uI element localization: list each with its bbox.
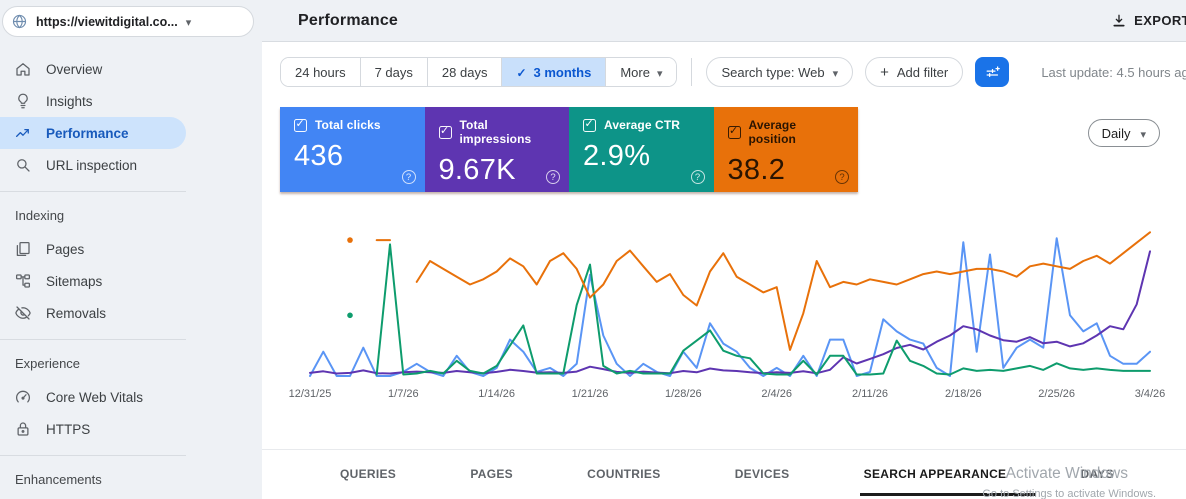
x-axis-label: 12/31/25 — [288, 388, 332, 400]
range-7-days[interactable]: 7 days — [359, 58, 427, 86]
section-label-experience: Experience — [15, 356, 81, 371]
x-axis-label: 2/18/26 — [944, 388, 982, 400]
globe-icon — [11, 13, 28, 30]
chevron-down-icon — [657, 65, 663, 80]
section-label-enhancements: Enhancements — [15, 472, 102, 487]
range-28-days[interactable]: 28 days — [426, 58, 502, 86]
tab-days[interactable]: DAYS — [1081, 449, 1114, 499]
chevron-down-icon — [186, 13, 192, 31]
trending-icon — [14, 124, 32, 142]
checkbox-checked-icon[interactable] — [727, 124, 741, 139]
range-more[interactable]: More — [605, 58, 677, 86]
sidebar-item-sitemaps[interactable]: Sitemaps — [0, 265, 186, 297]
section-label-indexing: Indexing — [15, 208, 65, 223]
range-24-hours[interactable]: 24 hours — [281, 58, 360, 86]
metric-card-total-clicks[interactable]: Total clicks 436 ? — [280, 107, 425, 192]
help-icon[interactable]: ? — [401, 170, 416, 184]
x-axis-label: 3/4/26 — [1134, 388, 1166, 400]
line-chart — [309, 231, 1151, 377]
sidebar-item-core-web-vitals[interactable]: Core Web Vitals — [0, 381, 186, 413]
sitemap-icon — [14, 272, 32, 290]
checkbox-checked-icon[interactable] — [583, 117, 596, 132]
x-axis-label: 2/11/26 — [852, 388, 888, 400]
date-range-group: 24 hours 7 days 28 days 3 months More — [280, 57, 678, 87]
filter-divider — [691, 58, 693, 86]
gauge-icon — [14, 388, 32, 406]
last-update-text: Last update: 4.5 hours ago — [1041, 64, 1186, 80]
filter-bar: 24 hours 7 days 28 days 3 months More Se… — [280, 57, 1186, 87]
search-icon — [14, 156, 32, 174]
checkbox-checked-icon[interactable] — [294, 117, 307, 132]
metric-cards: Total clicks 436 ? Total impressions 9.6… — [280, 107, 858, 192]
property-url: https://viewitdigital.co... — [36, 14, 178, 29]
x-axis: 12/31/25 1/7/26 1/14/26 1/21/26 1/28/26 2/4/2… — [289, 388, 1166, 406]
home-icon — [14, 60, 32, 78]
page-title: Performance — [298, 11, 399, 29]
sidebar-item-url-inspection[interactable]: URL inspection — [0, 149, 186, 181]
tune-filter-icon — [984, 64, 1001, 81]
x-axis-label: 1/7/26 — [388, 388, 419, 400]
tab-pages[interactable]: PAGES — [470, 449, 513, 499]
top-bar: Performance EXPORT — [262, 0, 1186, 41]
sidebar-item-performance[interactable]: Performance — [0, 117, 186, 149]
sidebar-nav: Overview Insights Performance URL inspec… — [0, 53, 262, 499]
metric-value: 9.67K — [438, 154, 516, 186]
metric-value: 2.9% — [583, 140, 651, 172]
metric-value: 436 — [294, 140, 344, 172]
search-console-app: https://viewitdigital.co... Overview Ins… — [0, 0, 1186, 499]
tab-queries[interactable]: QUERIES — [340, 449, 396, 499]
search-type-chip[interactable]: Search type: Web — [706, 57, 854, 87]
sidebar-item-pages[interactable]: Pages — [0, 233, 186, 265]
sidebar-item-overview[interactable]: Overview — [0, 53, 186, 85]
plus-icon — [880, 64, 889, 81]
help-icon[interactable]: ? — [546, 170, 560, 184]
sidebar-item-removals[interactable]: Removals — [0, 297, 186, 329]
sidebar: https://viewitdigital.co... Overview Ins… — [0, 0, 262, 499]
edit-filters-button[interactable] — [975, 57, 1010, 87]
granularity-dropdown[interactable]: Daily — [1087, 119, 1160, 147]
metric-card-total-impressions[interactable]: Total impressions 9.67K ? — [424, 107, 569, 192]
tab-countries[interactable]: COUNTRIES — [587, 449, 660, 499]
x-axis-label: 2/25/26 — [1038, 388, 1076, 400]
sidebar-item-https[interactable]: HTTPS — [0, 413, 186, 445]
chevron-down-icon — [833, 65, 839, 80]
performance-report: 24 hours 7 days 28 days 3 months More Se… — [262, 41, 1186, 499]
x-axis-label: 1/21/26 — [571, 388, 609, 400]
metric-card-average-ctr[interactable]: Average CTR 2.9% ? — [569, 107, 714, 192]
main-panel: Performance EXPORT 24 hours 7 days 28 da… — [262, 0, 1186, 499]
performance-chart[interactable]: 12/31/25 1/7/26 1/14/26 1/21/26 1/28/26 2/4/2… — [289, 206, 1166, 406]
metric-value: 38.2 — [727, 154, 786, 186]
export-button[interactable]: EXPORT — [1111, 13, 1186, 29]
download-icon — [1111, 13, 1127, 29]
tab-search-appearance[interactable]: SEARCH APPEARANCE — [859, 449, 1036, 499]
lightbulb-icon — [14, 92, 32, 110]
eye-off-icon — [14, 304, 32, 322]
lock-icon — [14, 420, 32, 438]
metric-card-average-position[interactable]: Average position 38.2 ? — [713, 107, 858, 192]
x-axis-label: 1/14/26 — [478, 388, 516, 400]
help-icon[interactable]: ? — [835, 170, 849, 184]
add-filter-chip[interactable]: Add filter — [865, 57, 964, 87]
x-axis-label: 2/4/26 — [761, 388, 792, 400]
help-icon[interactable]: ? — [690, 170, 705, 184]
chevron-down-icon — [1140, 126, 1146, 141]
x-axis-label: 1/28/26 — [664, 388, 702, 400]
check-icon — [516, 65, 526, 80]
checkbox-checked-icon[interactable] — [438, 124, 452, 139]
dimension-tabs: QUERIES PAGES COUNTRIES DEVICES SEARCH A… — [262, 449, 1186, 499]
property-selector[interactable]: https://viewitdigital.co... — [2, 6, 254, 37]
tab-devices[interactable]: DEVICES — [735, 449, 790, 499]
pages-icon — [14, 240, 32, 258]
metrics-area: Total clicks 436 ? Total impressions 9.6… — [280, 107, 1186, 192]
range-3-months[interactable]: 3 months — [501, 58, 606, 86]
sidebar-item-insights[interactable]: Insights — [0, 85, 186, 117]
